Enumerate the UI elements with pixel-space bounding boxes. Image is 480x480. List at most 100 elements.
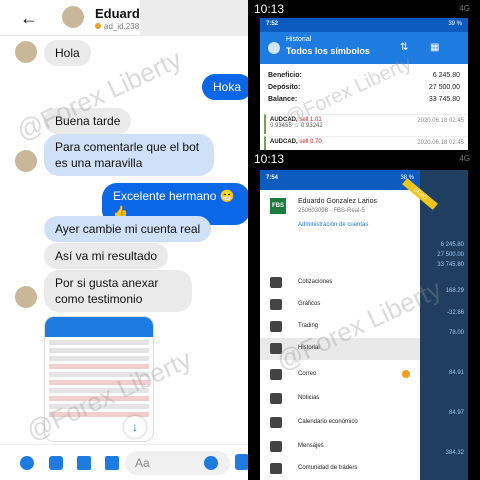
app-time: 7:52 [266, 21, 279, 27]
message-bubble[interactable]: Ayer cambie mi cuenta real [44, 216, 212, 242]
messages-icon [270, 441, 282, 452]
menu-item-charts[interactable]: Gráficos [260, 294, 420, 316]
strip-value: 78.00 [448, 330, 464, 336]
balance-row: Beneficio: 6 245.80 [268, 72, 460, 79]
menu-item-history[interactable]: Historial [260, 338, 420, 360]
network-indicator: 4G [459, 154, 470, 163]
menu-label: Gráficos [298, 301, 321, 307]
trade-row[interactable]: AUDCAD, sell 1.01 0.93455 → 0.93242 2020… [264, 114, 468, 134]
menu-item-community[interactable]: Comunidad de tráders [260, 458, 420, 480]
screenshot-row [49, 388, 149, 393]
phone-screenshot-history: 10:13 4G 7:52 39 % Historial Todos los sí… [248, 0, 480, 150]
message-bubble[interactable]: Hoka [202, 74, 250, 100]
strip-value: 33 745.80 [437, 262, 464, 268]
balance-value: 33 745.80 [428, 96, 460, 103]
account-admin-link[interactable]: Administración de cuentas [298, 222, 368, 228]
screenshot-row [49, 396, 149, 401]
charts-icon [270, 299, 282, 310]
menu-label: Calendario económico [298, 419, 358, 425]
trade-side: sell 0.70 [299, 139, 322, 145]
menu-item-quotes[interactable]: Cotizaciones [260, 272, 420, 294]
balance-row: Depósito: 27 500.00 [268, 84, 460, 91]
balance-label: Depósito: [268, 84, 301, 91]
screenshot-row [49, 404, 149, 409]
mail-badge [402, 370, 410, 378]
screenshot-row [49, 340, 149, 345]
trade-symbol: AUDCAD, [270, 139, 298, 145]
screenshot-row [49, 372, 149, 377]
network-indicator: 4G [459, 4, 470, 13]
calendar-icon[interactable] [105, 456, 119, 470]
message-bubble[interactable]: Hola [44, 40, 91, 66]
app-time: 7:54 [266, 175, 279, 181]
community-icon [270, 463, 282, 474]
message-bubble[interactable]: Buena tarde [44, 108, 132, 134]
avatar [15, 150, 37, 172]
quotes-icon [270, 277, 282, 288]
contact-subtitle-text: ad_id.238 [104, 22, 140, 31]
menu-icon[interactable] [268, 42, 280, 54]
trade-date: 2020.06.18 02:45 [417, 118, 464, 124]
emoji-icon[interactable] [204, 456, 218, 470]
messenger-chat: ← Eduardo ad_id.238 Hola Hoka Buena tard… [0, 0, 250, 480]
status-dot-icon [95, 23, 101, 29]
trading-icon [270, 321, 282, 332]
balance-value: 6 245.80 [432, 72, 460, 79]
back-arrow-icon[interactable]: ← [20, 8, 38, 29]
menu-item-trading[interactable]: Trading [260, 316, 420, 338]
balance-label: Balance: [268, 96, 298, 103]
screenshot-row [49, 356, 149, 361]
menu-label: Mensajes [298, 443, 324, 449]
menu-item-mail[interactable]: Correo [260, 364, 420, 386]
trade-date: 2020.06.18 02:45 [417, 140, 464, 146]
status-time: 10:13 [254, 152, 285, 166]
message-bubble[interactable]: Así va mi resultado [44, 243, 169, 269]
contact-subtitle: ad_id.238 [95, 22, 139, 31]
strip-value: 168.29 [445, 288, 464, 294]
apps-icon[interactable] [20, 456, 34, 470]
history-icon [270, 343, 282, 354]
account-name: Eduardo Gonzalez Larios [298, 198, 377, 205]
status-time: 10:13 [254, 2, 285, 16]
screenshot-header [45, 317, 153, 337]
account-number: 250603098 · FBS-Real-5 [298, 208, 365, 214]
calendar-icon[interactable]: ▦ [430, 42, 439, 53]
header-small-title: Historial [286, 36, 312, 43]
balance-row: Balance: 33 745.80 [268, 96, 460, 103]
menu-label: Correo [298, 371, 317, 377]
strip-value: 84.91 [448, 370, 464, 376]
message-bubble[interactable]: Por si gusta anexar como testimonio [44, 270, 192, 312]
strip-value: 84.97 [448, 410, 464, 416]
app-header: Historial Todos los símbolos ⇅ ▦ [260, 32, 468, 64]
menu-item-messages[interactable]: Mensajes [260, 436, 420, 458]
sort-icon[interactable]: ⇅ [400, 42, 408, 53]
broker-logo: FBS [270, 198, 286, 214]
camera-icon[interactable] [49, 456, 63, 470]
app-screen: 6 245.80 27 500.00 33 745.80 168.29 -32.… [260, 170, 468, 480]
strip-value: 27 500.00 [437, 252, 464, 258]
menu-label: Comunidad de tráders [298, 465, 358, 471]
menu-item-news[interactable]: Noticias [260, 388, 420, 410]
menu-label: Noticias [298, 395, 320, 401]
avatar [15, 41, 37, 63]
phone-screenshot-menu: 10:13 4G 6 245.80 27 500.00 33 745.80 16… [248, 150, 480, 480]
balance-label: Beneficio: [268, 72, 302, 79]
header-title: Todos los símbolos [286, 46, 370, 56]
strip-value: -32.86 [446, 310, 464, 316]
redaction-box [140, 0, 250, 36]
menu-item-calendar[interactable]: Calendario económico [260, 412, 420, 434]
trade-row[interactable]: AUDCAD, sell 0.70 2020.06.18 02:45 [264, 136, 468, 150]
menu-label: Trading [298, 323, 319, 329]
app-status-bar: 7:52 39 % [260, 18, 468, 32]
thumbs-up-icon[interactable] [235, 454, 249, 470]
message-bubble[interactable]: Para comentarle que el bot es una maravi… [44, 134, 214, 176]
contact-avatar[interactable] [62, 6, 84, 28]
navigation-drawer: 7:5438 % FBS Eduardo Gonzalez Larios 250… [260, 170, 438, 480]
background-history: 6 245.80 27 500.00 33 745.80 168.29 -32.… [420, 170, 468, 480]
app-screen: 7:52 39 % Historial Todos los símbolos ⇅ … [260, 18, 468, 150]
screenshot-row [49, 348, 149, 353]
gallery-icon[interactable] [77, 456, 91, 470]
trade-prices: 0.93455 → 0.93242 [270, 123, 323, 129]
scroll-down-icon[interactable]: ↓ [124, 416, 146, 438]
menu-label: Historial [298, 345, 320, 351]
